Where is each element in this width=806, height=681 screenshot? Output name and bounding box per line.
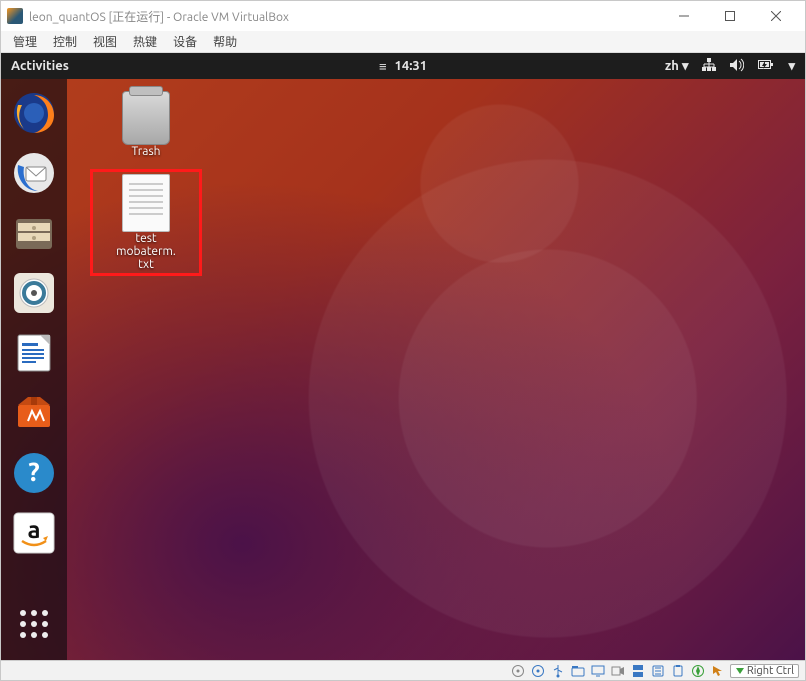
- guest-display: Activities ≡ 14:31 zh ▾ ▾: [1, 53, 805, 660]
- sb-network-icon[interactable]: [630, 663, 646, 679]
- activities-button[interactable]: Activities: [11, 59, 69, 73]
- host-menubar: 管理 控制 视图 热键 设备 帮助: [1, 31, 805, 53]
- chevron-down-icon: ▾: [682, 59, 689, 73]
- sb-audio-icon[interactable]: [650, 663, 666, 679]
- firefox-icon: [12, 91, 56, 135]
- minimize-icon: [679, 11, 689, 21]
- host-key-indicator[interactable]: Right Ctrl: [730, 664, 799, 678]
- show-applications-button[interactable]: [10, 600, 58, 648]
- sb-guest-additions-icon[interactable]: [690, 663, 706, 679]
- thunderbird-icon: [12, 151, 56, 195]
- host-key-label: Right Ctrl: [747, 665, 794, 677]
- system-menu-caret[interactable]: ▾: [788, 59, 795, 74]
- sb-display-icon[interactable]: [590, 663, 606, 679]
- virtualbox-window: leon_quantOS [正在运行] - Oracle VM VirtualB…: [0, 0, 806, 681]
- dock-rhythmbox[interactable]: [10, 269, 58, 317]
- rhythmbox-icon: [12, 271, 56, 315]
- ubuntu-dock: ? a: [1, 79, 67, 660]
- dock-firefox[interactable]: [10, 89, 58, 137]
- help-icon: ?: [12, 451, 56, 495]
- dock-thunderbird[interactable]: [10, 149, 58, 197]
- menu-manage[interactable]: 管理: [13, 33, 37, 50]
- libreoffice-writer-icon: [12, 331, 56, 375]
- trash-icon: [122, 91, 170, 145]
- clock-area[interactable]: ≡ 14:31: [379, 59, 427, 74]
- guest-desktop[interactable]: ? a Trash test moba: [1, 79, 805, 660]
- menu-hotkeys[interactable]: 热键: [133, 33, 157, 50]
- sb-shared-folders-icon[interactable]: [570, 663, 586, 679]
- dock-software[interactable]: [10, 389, 58, 437]
- close-button[interactable]: [753, 1, 799, 31]
- sb-mouse-integration-icon[interactable]: [710, 663, 726, 679]
- amazon-icon: a: [12, 511, 56, 555]
- minimize-button[interactable]: [661, 1, 707, 31]
- network-icon[interactable]: [702, 58, 716, 75]
- dock-help[interactable]: ?: [10, 449, 58, 497]
- down-arrow-icon: [735, 666, 745, 676]
- close-icon: [771, 11, 781, 21]
- sb-optical-icon[interactable]: [530, 663, 546, 679]
- gnome-top-bar: Activities ≡ 14:31 zh ▾ ▾: [1, 53, 805, 79]
- dock-files[interactable]: [10, 209, 58, 257]
- desktop-icons-area: Trash test mobaterm. txt: [91, 87, 201, 275]
- sb-clipboard-icon[interactable]: [670, 663, 686, 679]
- files-icon: [12, 211, 56, 255]
- calendar-icon: ≡: [379, 59, 387, 74]
- menu-view[interactable]: 视图: [93, 33, 117, 50]
- host-title-text: leon_quantOS [正在运行] - Oracle VM VirtualB…: [29, 8, 289, 25]
- virtualbox-status-bar: Right Ctrl: [1, 660, 805, 680]
- input-source-indicator[interactable]: zh ▾: [665, 59, 689, 74]
- battery-icon[interactable]: [758, 59, 774, 74]
- menu-devices[interactable]: 设备: [173, 33, 197, 50]
- ubuntu-software-icon: [12, 391, 56, 435]
- desktop-icon-label: Trash: [131, 145, 160, 158]
- svg-text:a: a: [27, 516, 40, 543]
- desktop-icon-file-highlighted[interactable]: test mobaterm. txt: [91, 170, 201, 275]
- input-source-label: zh: [665, 59, 679, 73]
- maximize-icon: [725, 11, 735, 21]
- menu-control[interactable]: 控制: [53, 33, 77, 50]
- dock-amazon[interactable]: a: [10, 509, 58, 557]
- volume-icon[interactable]: [730, 58, 744, 75]
- host-titlebar[interactable]: leon_quantOS [正在运行] - Oracle VM VirtualB…: [1, 1, 805, 31]
- apps-grid-icon: [20, 610, 48, 638]
- clock-text: 14:31: [395, 59, 428, 73]
- dock-writer[interactable]: [10, 329, 58, 377]
- maximize-button[interactable]: [707, 1, 753, 31]
- sb-usb-icon[interactable]: [550, 663, 566, 679]
- virtualbox-icon: [7, 8, 23, 24]
- text-file-icon: [122, 174, 170, 232]
- svg-text:?: ?: [28, 457, 39, 486]
- desktop-icon-trash[interactable]: Trash: [91, 87, 201, 162]
- sb-recording-icon[interactable]: [610, 663, 626, 679]
- sb-harddisk-icon[interactable]: [510, 663, 526, 679]
- menu-help[interactable]: 帮助: [213, 33, 237, 50]
- desktop-icon-label: test mobaterm. txt: [116, 232, 176, 271]
